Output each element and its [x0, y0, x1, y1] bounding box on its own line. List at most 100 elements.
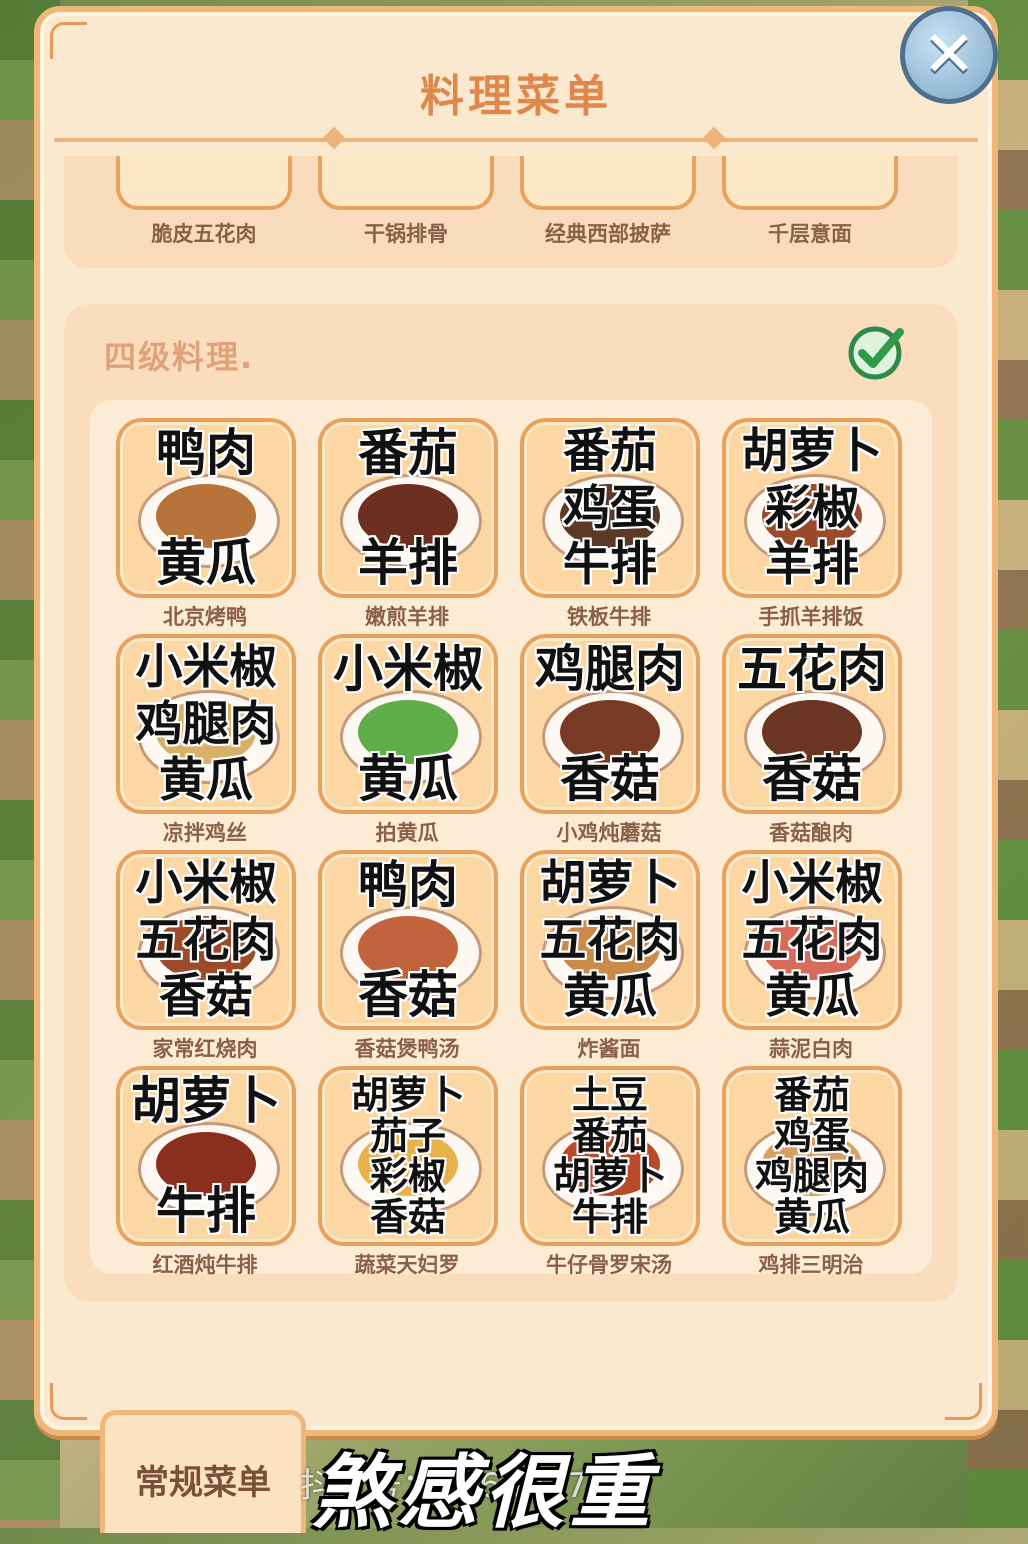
divider-diamond [322, 126, 346, 150]
ingredient-label: 黄瓜 [773, 1194, 850, 1239]
dish-card[interactable]: 鸡腿肉 香菇 小鸡炖蘑菇 [520, 634, 700, 847]
ingredient-label: 香菇 [369, 1194, 446, 1239]
ingredient-label: 香菇 [159, 969, 253, 1024]
ingredient-label: 五花肉 [737, 640, 887, 698]
ingredient-label: 胡萝卜 [741, 424, 883, 479]
ingredient-label: 茄子 [369, 1113, 446, 1158]
ingredient-label: 香菇 [762, 750, 862, 808]
ingredient-label: 番茄 [571, 1113, 648, 1158]
ingredient-label: 彩椒 [765, 480, 859, 536]
dish-card-partial[interactable]: 脆皮五花肉 [116, 156, 292, 248]
ingredient-list: 小米椒 五花肉 黄瓜 [726, 856, 898, 1024]
ingredient-label: 彩椒 [369, 1154, 446, 1199]
dish-name: 家常红烧肉 [152, 1037, 258, 1061]
dish-name: 蒜泥白肉 [769, 1037, 853, 1061]
tab-label: 常规菜单 [135, 1463, 271, 1503]
dish-name: 红酒炖牛排 [152, 1253, 258, 1277]
ingredient-list: 鸡腿肉 香菇 [524, 640, 696, 808]
dish-card[interactable]: 番茄 羊排 嫩煎羊排 [318, 418, 498, 631]
ingredient-label: 羊排 [765, 537, 859, 592]
ingredient-list: 胡萝卜 五花肉 黄瓜 [524, 856, 696, 1024]
ingredient-label: 胡萝卜 [539, 856, 681, 911]
ingredient-label: 鸭肉 [156, 424, 256, 482]
ingredient-list: 番茄 鸡蛋 鸡腿肉 黄瓜 [726, 1072, 898, 1240]
ingredient-label: 黄瓜 [156, 534, 256, 592]
dish-name: 北京烤鸭 [163, 605, 247, 629]
ingredient-label: 鸡蛋 [563, 480, 657, 536]
ingredient-list: 鸭肉 香菇 [322, 856, 494, 1024]
close-button[interactable]: ✕ [900, 6, 998, 104]
ingredient-label: 黄瓜 [563, 969, 657, 1024]
dish-name: 千层意面 [768, 222, 852, 246]
dish-name: 鸡排三明治 [758, 1253, 864, 1277]
ingredient-label: 黄瓜 [358, 750, 458, 808]
divider-diamond [702, 126, 726, 150]
ingredient-list: 番茄 羊排 [322, 424, 494, 592]
ingredient-label: 鸭肉 [358, 856, 458, 914]
page-title: 料理菜单 [420, 71, 612, 122]
ingredient-label: 牛排 [563, 537, 657, 592]
dish-name: 香菇煲鸭汤 [354, 1037, 460, 1061]
dish-image: 胡萝卜 五花肉 黄瓜 [520, 850, 700, 1030]
dish-card[interactable]: 番茄 鸡蛋 鸡腿肉 黄瓜鸡排三明治 [722, 1066, 902, 1279]
ingredient-label: 番茄 [563, 424, 657, 479]
check-icon [848, 326, 904, 380]
dish-card-partial[interactable]: 经典西部披萨 [520, 156, 696, 248]
ingredient-label: 羊排 [358, 534, 458, 592]
dish-card[interactable]: 小米椒 五花肉 香菇家常红烧肉 [116, 850, 296, 1063]
section-title: 四级料理. [104, 338, 255, 376]
ingredient-label: 胡萝卜 [350, 1073, 465, 1117]
dish-card[interactable]: 五花肉 香菇 香菇酿肉 [722, 634, 902, 847]
previous-dish-row: 脆皮五花肉 干锅排骨 经典西部披萨 千层意面 [64, 156, 958, 268]
dish-card[interactable]: 小米椒 鸡腿肉 黄瓜凉拌鸡丝 [116, 634, 296, 847]
dish-card[interactable]: 胡萝卜牛排红酒炖牛排 [116, 1066, 296, 1279]
dish-image: 鸭肉 黄瓜 [116, 418, 296, 598]
dish-name: 凉拌鸡丝 [163, 821, 247, 845]
dish-image: 番茄 鸡蛋 牛排 [520, 418, 700, 598]
dish-image: 鸭肉 香菇 [318, 850, 498, 1030]
dish-name: 牛仔骨罗宋汤 [546, 1253, 672, 1277]
dish-card[interactable]: 胡萝卜 彩椒 羊排 手抓羊排饭 [722, 418, 902, 631]
dish-card[interactable]: 番茄 鸡蛋 牛排铁板牛排 [520, 418, 700, 631]
title-divider [54, 138, 978, 142]
dish-grid: 鸭肉 黄瓜 北京烤鸭 番茄 羊排 嫩煎羊排 番茄 鸡蛋 牛排 铁板牛排 胡萝卜 彩椒 羊排 手抓羊排饭 小米… [90, 400, 932, 1277]
corner-ornament [50, 22, 87, 59]
dish-image: 小米椒 黄瓜 [318, 634, 498, 814]
ingredient-label: 香菇 [560, 750, 660, 808]
ingredient-label: 鸡腿肉 [754, 1154, 869, 1199]
ingredient-list: 番茄 鸡蛋 牛排 [524, 424, 696, 592]
dish-card-partial[interactable]: 干锅排骨 [318, 156, 494, 248]
ingredient-list: 小米椒 五花肉 香菇 [120, 856, 292, 1024]
dish-name: 拍黄瓜 [375, 821, 439, 845]
ingredient-label: 番茄 [773, 1073, 850, 1117]
dish-card[interactable]: 胡萝卜 五花肉 黄瓜炸酱面 [520, 850, 700, 1063]
dish-name: 铁板牛排 [567, 605, 651, 629]
dish-name: 炸酱面 [577, 1037, 641, 1061]
ingredient-label: 鸡蛋 [773, 1113, 850, 1158]
ingredient-label: 胡萝卜 [131, 1072, 281, 1130]
ingredient-label: 五花肉 [539, 912, 681, 968]
ingredient-label: 土豆 [571, 1073, 648, 1117]
ingredient-label: 小米椒 [135, 640, 277, 695]
ingredient-label: 小米椒 [135, 856, 277, 911]
dish-card[interactable]: 鸭肉 香菇 香菇煲鸭汤 [318, 850, 498, 1063]
dish-image: 小米椒 鸡腿肉 黄瓜 [116, 634, 296, 814]
dish-image: 胡萝卜 茄子 彩椒 香菇 [318, 1066, 498, 1246]
ingredient-label: 牛排 [156, 1182, 256, 1240]
ingredient-label: 番茄 [358, 424, 458, 482]
ingredient-list: 胡萝卜 茄子 彩椒 香菇 [322, 1072, 494, 1240]
corner-ornament [50, 1383, 87, 1420]
dish-name: 干锅排骨 [364, 222, 448, 246]
dish-card[interactable]: 胡萝卜 茄子 彩椒 香菇 蔬菜天妇罗 [318, 1066, 498, 1279]
dish-card[interactable]: 鸭肉 黄瓜 北京烤鸭 [116, 418, 296, 631]
dish-name: 香菇酿肉 [769, 821, 853, 845]
dish-image: 番茄 羊排 [318, 418, 498, 598]
ingredient-label: 牛排 [571, 1194, 648, 1239]
dish-card[interactable]: 土豆 番茄 胡萝卜 牛排 牛仔骨罗宋汤 [520, 1066, 700, 1279]
dish-card[interactable]: 小米椒 黄瓜 拍黄瓜 [318, 634, 498, 847]
tab-regular-menu[interactable]: 常规菜单 [100, 1410, 306, 1533]
dish-card[interactable]: 小米椒 五花肉 黄瓜蒜泥白肉 [722, 850, 902, 1063]
dish-image: 五花肉 香菇 [722, 634, 902, 814]
dish-card-partial[interactable]: 千层意面 [722, 156, 898, 248]
dish-name: 脆皮五花肉 [151, 222, 257, 246]
